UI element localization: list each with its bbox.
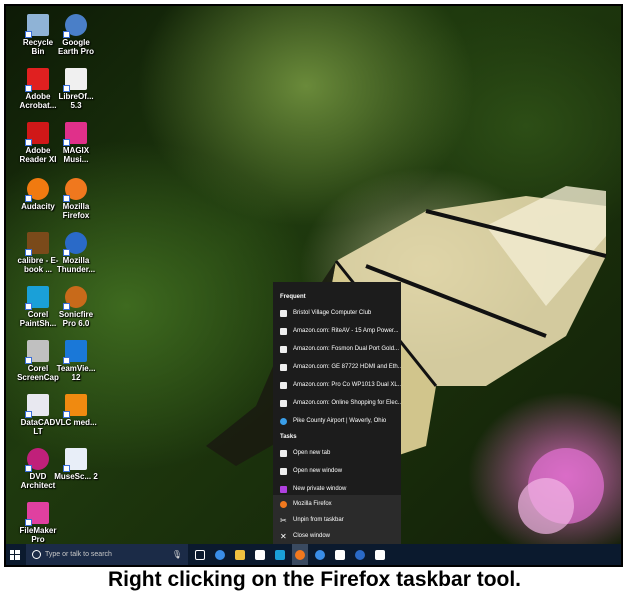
cortana-icon (32, 550, 41, 559)
desktop-icon-libreoffice[interactable]: LibreOf... 5.3 (54, 68, 98, 110)
file-icon (375, 549, 385, 560)
taskbar-edge[interactable] (212, 544, 228, 565)
file-explorer-icon (235, 549, 245, 560)
jumplist-frequent-item[interactable]: Amazon.com: Pro Co WP1013 Dual XL... (273, 376, 401, 394)
desktop-icon-musescore[interactable]: MuseSc... 2 (54, 448, 98, 481)
jumplist-frequent-header: Frequent (280, 294, 306, 300)
store-icon (255, 549, 265, 560)
close-icon: ✕ (280, 531, 287, 541)
jumplist-frequent-item[interactable]: Bristol Village Computer Club (273, 304, 401, 322)
musescore-icon (63, 448, 87, 472)
vlc-icon (63, 394, 87, 418)
desktop: Recycle Bin Google Earth Pro Adobe Acrob… (6, 6, 621, 544)
jumplist-frequent-item[interactable]: Amazon.com: Online Shopping for Elec... (273, 394, 401, 412)
jumplist-open-firefox[interactable]: Mozilla Firefox (273, 496, 401, 512)
jumplist-frequent-item[interactable]: Amazon.com: GE 87722 HDMI and Eth... (273, 358, 401, 376)
new-window-icon (280, 467, 287, 475)
calibre-icon (25, 232, 49, 256)
desktop-icon-magix[interactable]: MAGIX Musi... (54, 122, 98, 164)
desktop-icon-teamviewer[interactable]: TeamVie... 12 (54, 340, 98, 382)
search-placeholder: Type or talk to search (45, 551, 112, 558)
jumplist-tasks-header: Tasks (280, 434, 297, 440)
jumplist-bottom-section: Mozilla Firefox ✂ Unpin from taskbar ✕ Clo… (273, 495, 401, 544)
document-icon (335, 549, 345, 560)
firefox-taskbar-icon (295, 549, 305, 560)
unpin-icon: ✂ (280, 515, 287, 525)
teamviewer-icon (63, 340, 87, 364)
screencap-icon (25, 340, 49, 364)
new-tab-icon (280, 449, 287, 457)
adobe-reader-icon (25, 122, 49, 146)
amazon-page-icon (280, 399, 287, 407)
caption: Right clicking on the Firefox taskbar to… (107, 568, 522, 591)
thunderbird-icon (63, 232, 87, 256)
task-view-icon (195, 549, 205, 560)
taskbar-thunderbird[interactable] (352, 544, 368, 565)
firefox-small-icon (280, 500, 287, 508)
jumplist-task-open-new-window[interactable]: Open new window (273, 462, 401, 480)
taskbar-file-explorer[interactable] (232, 544, 248, 565)
sonicfire-icon (63, 286, 87, 310)
private-window-icon (280, 485, 287, 493)
paintshop-taskbar-icon (275, 549, 285, 560)
start-button[interactable] (6, 544, 24, 565)
jumplist-frequent-item[interactable]: Pike County Airport | Waverly, Ohio (273, 412, 401, 430)
amazon-page-icon (280, 363, 287, 371)
jumplist-close-window[interactable]: ✕ Close window (273, 528, 401, 544)
google-earth-icon (63, 14, 87, 38)
jumplist-frequent-item[interactable]: Amazon.com: Fosmon Dual Port Gold... (273, 340, 401, 358)
jumplist-frequent-item[interactable]: Amazon.com: RiteAV - 15 Amp Power... (273, 322, 401, 340)
chrome-icon (315, 549, 325, 560)
edge-icon (215, 549, 225, 560)
taskbar-search-box[interactable]: Type or talk to search 🎙 (26, 544, 188, 565)
task-view-button[interactable] (192, 544, 208, 565)
taskbar-file[interactable] (372, 544, 388, 565)
taskbar-paintshop[interactable] (272, 544, 288, 565)
paintshop-icon (25, 286, 49, 310)
amazon-page-icon (280, 381, 287, 389)
desktop-icon-filemaker[interactable]: FileMaker Pro (16, 502, 60, 544)
taskbar-firefox[interactable] (292, 544, 308, 565)
filemaker-icon (25, 502, 49, 526)
page-icon (280, 309, 287, 317)
desktop-icon-firefox[interactable]: Mozilla Firefox (54, 178, 98, 220)
taskbar-store[interactable] (252, 544, 268, 565)
jumplist-task-open-new-tab[interactable]: Open new tab (273, 444, 401, 462)
magix-icon (63, 122, 87, 146)
firefox-jump-list: Frequent Bristol Village Computer Club A… (273, 282, 401, 544)
taskbar-document[interactable] (332, 544, 348, 565)
thunderbird-taskbar-icon (355, 549, 365, 560)
taskbar-chrome[interactable] (312, 544, 328, 565)
desktop-icon-vlc[interactable]: VLC med... (54, 394, 98, 427)
microphone-icon[interactable]: 🎙 (172, 550, 182, 559)
globe-icon (280, 417, 287, 425)
firefox-icon (63, 178, 87, 202)
amazon-page-icon (280, 327, 287, 335)
taskbar: Type or talk to search 🎙 (6, 544, 621, 565)
desktop-icon-thunderbird[interactable]: Mozilla Thunder... (54, 232, 98, 274)
datacad-icon (25, 394, 49, 418)
windows-logo-icon (10, 549, 20, 560)
amazon-page-icon (280, 345, 287, 353)
libreoffice-icon (63, 68, 87, 92)
screenshot-frame: Recycle Bin Google Earth Pro Adobe Acrob… (4, 4, 623, 567)
audacity-icon (25, 178, 49, 202)
recycle-bin-icon (25, 14, 49, 38)
desktop-icon-google-earth[interactable]: Google Earth Pro (54, 14, 98, 56)
acrobat-icon (25, 68, 49, 92)
jumplist-unpin-from-taskbar[interactable]: ✂ Unpin from taskbar (273, 512, 401, 528)
desktop-icon-sonicfire[interactable]: Sonicfire Pro 6.0 (54, 286, 98, 328)
dvd-architect-icon (25, 448, 49, 472)
